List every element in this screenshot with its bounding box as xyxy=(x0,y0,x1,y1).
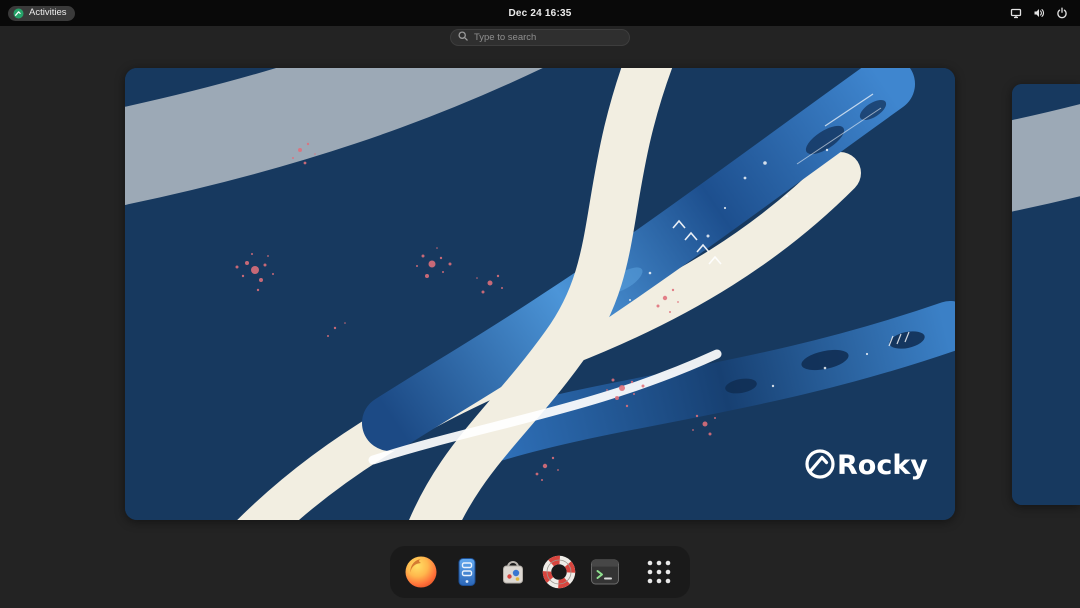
help-lifebuoy-icon xyxy=(541,554,577,590)
dash-app-firefox[interactable] xyxy=(402,553,440,591)
show-apps-button[interactable] xyxy=(640,553,678,591)
dash-app-software[interactable] xyxy=(494,553,532,591)
dash-app-terminal[interactable] xyxy=(586,553,624,591)
clock-button[interactable]: Dec 24 16:35 xyxy=(508,0,571,26)
files-icon xyxy=(449,554,485,590)
dash-app-files[interactable] xyxy=(448,553,486,591)
search-input[interactable] xyxy=(450,29,630,46)
rocky-distro-icon xyxy=(13,8,24,19)
workspace-thumbnail-next[interactable] xyxy=(1012,84,1080,505)
volume-icon xyxy=(1033,7,1045,19)
activities-label: Activities xyxy=(29,8,66,18)
dash-app-help[interactable] xyxy=(540,553,578,591)
wallpaper-art xyxy=(125,68,955,520)
terminal-icon xyxy=(587,554,623,590)
workspace-thumbnail-current[interactable] xyxy=(125,68,955,520)
wallpaper-art-peek xyxy=(1012,84,1080,505)
app-grid-icon xyxy=(644,557,674,587)
network-icon xyxy=(1010,7,1022,19)
activities-button[interactable]: Activities xyxy=(8,6,75,21)
software-icon xyxy=(495,554,531,590)
system-status-area[interactable] xyxy=(1006,5,1072,21)
firefox-icon xyxy=(403,554,439,590)
dash xyxy=(390,546,690,598)
power-icon xyxy=(1056,7,1068,19)
search-bar xyxy=(450,27,630,44)
top-bar: Activities Dec 24 16:35 xyxy=(0,0,1080,26)
